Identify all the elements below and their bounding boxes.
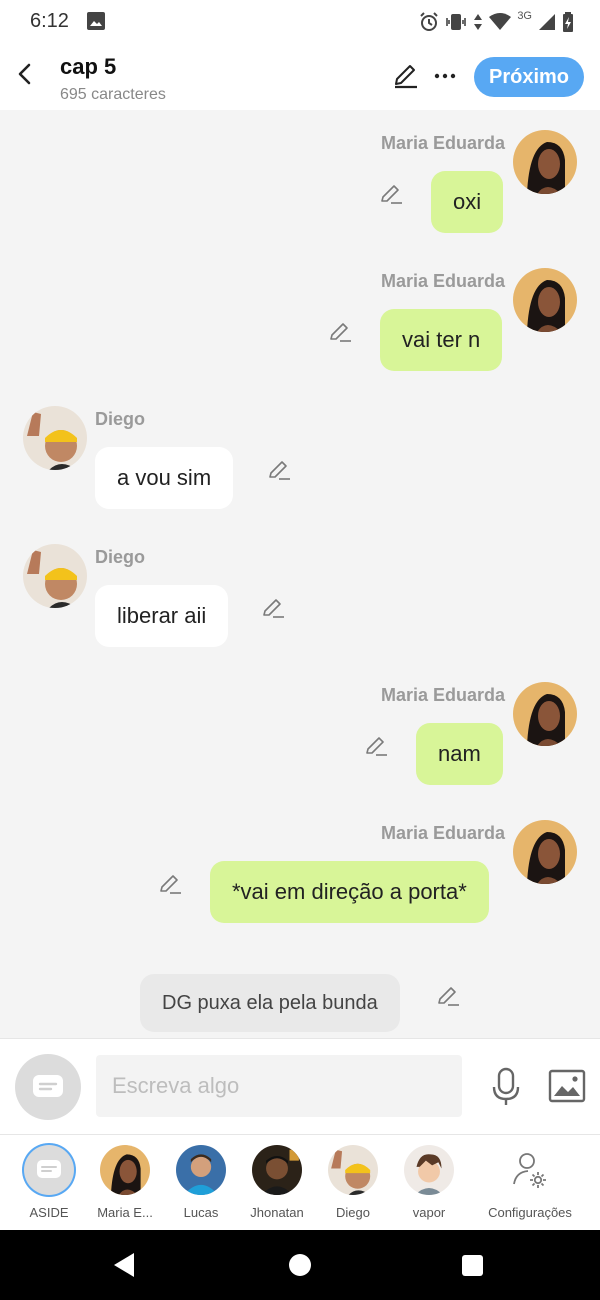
edit-message-icon[interactable] <box>328 320 352 344</box>
microphone-icon[interactable] <box>490 1067 522 1107</box>
edit-message-icon[interactable] <box>267 458 291 482</box>
edit-message-icon[interactable] <box>158 872 182 896</box>
character-settings[interactable]: Configurações <box>480 1145 580 1220</box>
network-type: 3G <box>517 10 532 22</box>
avatar <box>176 1145 226 1195</box>
chat-bubble-icon <box>37 1160 61 1178</box>
message-bubble[interactable]: *vai em direção a porta* <box>210 861 489 923</box>
system-navigation-bar <box>0 1230 600 1300</box>
chat-bubble-icon <box>33 1075 63 1097</box>
character-label: Lucas <box>183 1205 219 1220</box>
message-author: Maria Eduarda <box>380 823 505 843</box>
avatar-maria-eduarda[interactable] <box>513 268 577 332</box>
back-arrow-icon[interactable] <box>12 60 40 88</box>
next-button[interactable]: Próximo <box>474 57 584 97</box>
character-label: ASIDE <box>29 1205 69 1220</box>
message-bubble[interactable]: vai ter n <box>380 309 503 371</box>
message-author: Maria Eduarda <box>380 271 505 291</box>
wifi-icon <box>489 13 512 30</box>
avatar <box>252 1145 302 1195</box>
avatar-maria-eduarda[interactable] <box>513 682 577 746</box>
more-options-icon[interactable] <box>432 62 458 90</box>
character-count: 695 caracteres <box>60 86 166 103</box>
nav-recent-apps-icon[interactable] <box>462 1255 483 1276</box>
avatar-maria-eduarda[interactable] <box>513 130 577 194</box>
character-diego[interactable]: Diego <box>313 1145 393 1220</box>
character-lucas[interactable]: Lucas <box>161 1145 241 1220</box>
status-time: 6:12 <box>30 10 69 32</box>
aside-avatar <box>24 1145 74 1195</box>
message-bubble[interactable]: a vou sim <box>95 447 234 509</box>
character-aside[interactable]: ASIDE <box>9 1145 89 1220</box>
composer-bar <box>0 1038 600 1135</box>
vibrate-icon <box>446 14 467 30</box>
message-input[interactable] <box>96 1055 462 1117</box>
character-jhonatan[interactable]: Jhonatan <box>237 1145 317 1220</box>
nav-back-icon[interactable] <box>112 1252 136 1278</box>
character-label: vapor <box>412 1205 446 1220</box>
message-bubble[interactable]: nam <box>416 723 503 785</box>
message-bubble[interactable]: oxi <box>431 171 504 233</box>
message-bubble[interactable]: liberar aii <box>95 585 229 647</box>
message-author: Diego <box>95 409 146 429</box>
nav-home-icon[interactable] <box>289 1254 311 1276</box>
edit-message-icon[interactable] <box>364 734 388 758</box>
avatar-diego[interactable] <box>23 544 87 608</box>
avatar <box>328 1145 378 1195</box>
battery-icon <box>563 12 573 32</box>
edit-message-icon[interactable] <box>261 596 285 620</box>
page-title: cap 5 <box>60 54 117 79</box>
character-label: Jhonatan <box>250 1205 304 1220</box>
avatar <box>404 1145 454 1195</box>
character-selector: ASIDE Maria E... Lucas Jhonatan Diego va… <box>0 1134 600 1231</box>
chat-area[interactable]: Maria Eduarda oxi Maria Eduarda vai ter … <box>0 110 600 1038</box>
settings-user-icon <box>505 1145 555 1195</box>
status-bar: 6:12 3G <box>0 0 600 44</box>
edit-message-icon[interactable] <box>436 984 460 1008</box>
top-bar: cap 5 695 caracteres Próximo <box>0 44 600 110</box>
character-vapor[interactable]: vapor <box>389 1145 469 1220</box>
narration-bubble[interactable]: DG puxa ela pela bunda <box>140 974 400 1032</box>
character-label: Diego <box>336 1205 370 1220</box>
aside-toggle-button[interactable] <box>15 1054 81 1120</box>
avatar-maria-eduarda[interactable] <box>513 820 577 884</box>
edit-message-icon[interactable] <box>379 182 403 206</box>
signal-icon <box>539 14 555 30</box>
avatar-diego[interactable] <box>23 406 87 470</box>
image-gallery-icon[interactable] <box>548 1069 586 1103</box>
message-author: Maria Eduarda <box>380 685 505 705</box>
avatar <box>100 1145 150 1195</box>
character-label: Configurações <box>488 1205 572 1220</box>
message-author: Maria Eduarda <box>380 133 505 153</box>
data-arrows-icon <box>474 14 483 30</box>
edit-pencil-icon[interactable] <box>392 62 420 90</box>
message-author: Diego <box>95 547 146 567</box>
alarm-icon <box>420 12 439 31</box>
image-notification-icon <box>87 12 105 30</box>
character-label: Maria E... <box>97 1205 153 1220</box>
character-maria-eduarda[interactable]: Maria E... <box>85 1145 165 1220</box>
